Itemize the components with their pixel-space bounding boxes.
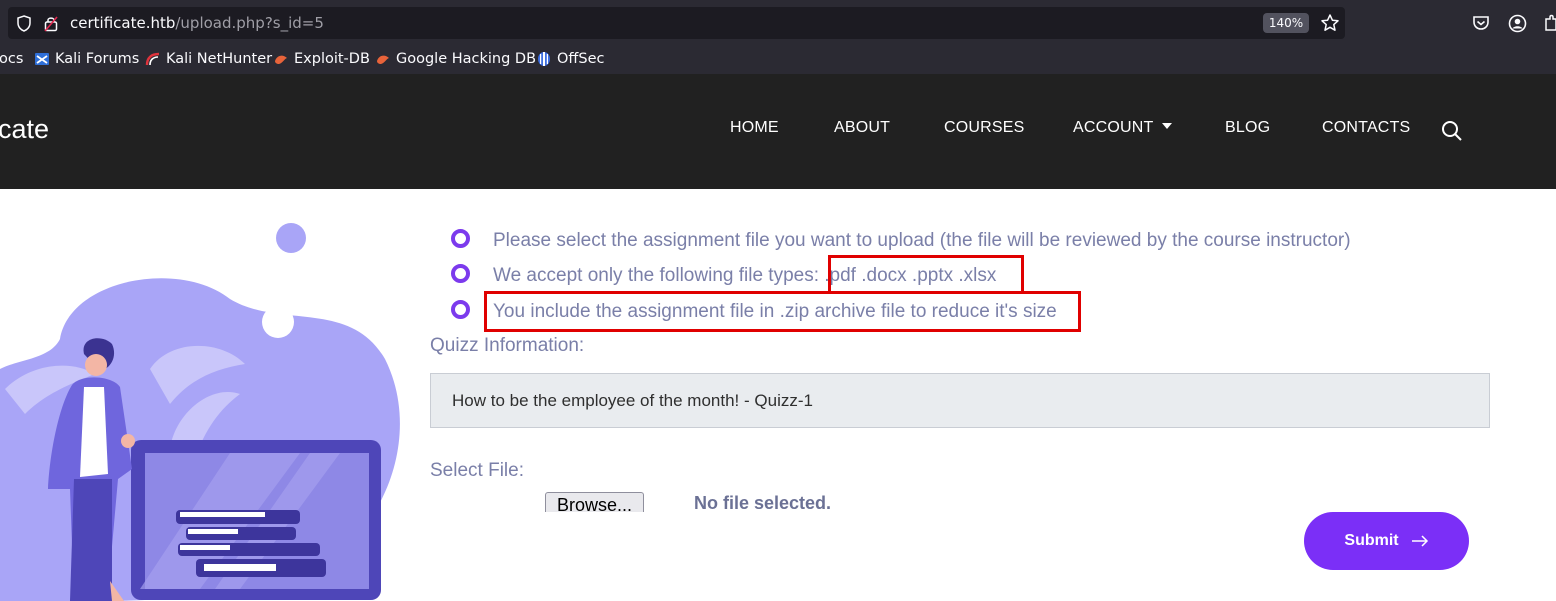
pocket-icon[interactable] [1472,14,1490,32]
nav-courses[interactable]: COURSES [944,119,1025,137]
kali-forums-icon [35,53,49,65]
search-icon[interactable] [1440,119,1464,143]
bookmark-label: Kali Forums [55,51,140,67]
file-status: No file selected. [694,493,832,513]
chevron-down-icon [1161,123,1172,129]
bookmark-offsec[interactable]: OffSec [536,50,605,68]
nav-account-label: ACCOUNT [1073,119,1154,136]
arrow-right-icon [1411,535,1428,547]
quiz-info-field: How to be the employee of the month! - Q… [430,373,1490,428]
quiz-info-value: How to be the employee of the month! - Q… [452,391,813,410]
site-logo[interactable]: cate [0,114,49,145]
bookmark-google-hacking-db[interactable]: Google Hacking DB [375,50,536,68]
nav-home[interactable]: HOME [730,119,779,137]
extensions-icon[interactable] [1543,14,1556,32]
browser-toolbar: certificate.htb/upload.php?s_id=5 140% [0,0,1556,42]
url-host: certificate.htb [70,14,176,32]
highlight-zip-archive-box [484,291,1081,332]
instruction-select-file: Please select the assignment file you wa… [493,230,1351,251]
browse-button[interactable]: Browse... [545,492,644,512]
bookmark-label: OffSec [557,51,605,67]
bookmarks-toolbar: ocs Kali Forums Kali NetHunter Exploit-D… [0,42,1556,74]
bookmark-label: ocs [0,51,24,67]
star-icon[interactable] [1320,13,1340,33]
kali-nethunter-icon [145,52,160,66]
nav-account[interactable]: ACCOUNT [1073,119,1172,137]
submit-button[interactable]: Submit [1304,512,1469,570]
exploit-db-icon [275,55,287,64]
nav-contacts[interactable]: CONTACTS [1322,119,1410,137]
ghdb-icon [377,55,389,64]
bullet-icon [451,300,470,319]
bullet-icon [451,229,470,248]
bookmark-label: Google Hacking DB [396,51,537,67]
zoom-badge[interactable]: 140% [1263,13,1309,33]
quiz-info-label: Quizz Information: [430,335,585,356]
upload-illustration [0,223,400,601]
bookmark-exploit-db[interactable]: Exploit-DB [273,50,370,68]
site-header: cate HOME ABOUT COURSES ACCOUNT BLOG CON… [0,74,1556,189]
nav-about[interactable]: ABOUT [834,119,890,137]
bookmark-kali-forums[interactable]: Kali Forums [34,50,139,68]
bookmark-docs[interactable]: ocs [0,50,23,68]
url-path: /upload.php?s_id=5 [175,14,324,32]
lock-icon[interactable] [44,15,58,32]
bookmark-label: Exploit-DB [294,51,370,67]
bookmark-label: Kali NetHunter [166,51,273,67]
highlight-file-types-box [828,255,1024,294]
url-text[interactable]: certificate.htb/upload.php?s_id=5 [70,14,324,32]
shield-icon[interactable] [16,15,32,32]
offsec-icon [538,52,550,66]
account-icon[interactable] [1508,14,1527,33]
nav-blog[interactable]: BLOG [1225,119,1270,137]
submit-label: Submit [1344,532,1399,549]
bullet-icon [451,264,470,283]
bookmark-kali-nethunter[interactable]: Kali NetHunter [145,50,272,68]
select-file-label: Select File: [430,460,524,481]
